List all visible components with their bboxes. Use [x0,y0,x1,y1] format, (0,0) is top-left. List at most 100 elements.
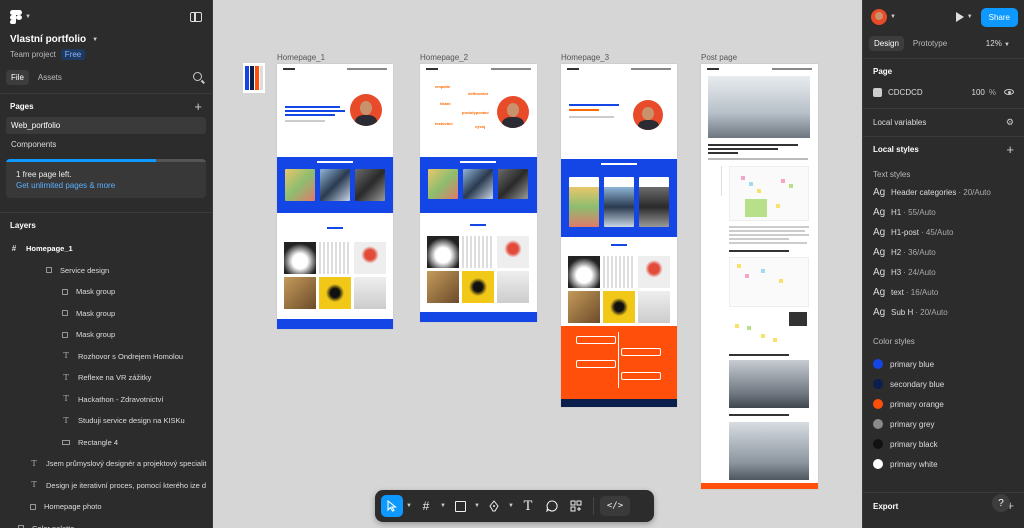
project-name: Vlastní portfolio [10,34,87,45]
color-style-item[interactable]: primary grey [873,414,1014,434]
layer-item[interactable]: Mask group [0,303,212,325]
tab-design[interactable]: Design [869,35,904,51]
zoom-menu[interactable]: 12% ▼ [986,39,1010,48]
search-icon[interactable] [193,72,202,81]
canvas[interactable]: Homepage_1 Homepage_2 Homepage_3 Post pa… [213,0,862,528]
color-style-item[interactable]: primary black [873,434,1014,454]
layer-item[interactable]: # Homepage_1 [0,238,212,260]
local-variables-section: Local variables ⚙ [863,108,1024,136]
frame-homepage-2[interactable]: empatie definování tíkání prototypování … [420,64,537,322]
avatar [350,94,382,126]
tab-file[interactable]: File [6,70,29,85]
frame-label-homepage-2[interactable]: Homepage_2 [420,53,468,62]
frame-tool[interactable]: # [415,495,437,517]
share-button[interactable]: Share [980,7,1018,27]
left-header: ▼ [0,0,212,34]
frame-label-homepage-1[interactable]: Homepage_1 [277,53,325,62]
page-color-swatch[interactable] [873,87,882,97]
color-style-item[interactable]: primary orange [873,394,1014,414]
layer-item[interactable]: Color palette [0,518,212,528]
move-tool-menu-icon[interactable]: ▼ [405,503,413,509]
help-button[interactable]: ? [992,494,1010,512]
layer-item[interactable]: T Reflexe na VR zážitky [0,367,212,389]
color-palette-thumbnail[interactable] [243,63,265,93]
main-menu-button[interactable]: ▼ [10,10,31,24]
artboard-nav [277,64,393,74]
layer-item[interactable]: T Hackathon - Zdravotnictví [0,389,212,411]
layer-item[interactable]: T Rozhovor s Ondrejem Homolou [0,346,212,368]
frame-homepage-1[interactable] [277,64,393,329]
layer-item[interactable]: T Studuji service design na KISKu [0,410,212,432]
shape-tool[interactable] [449,495,471,517]
avatar [633,100,663,130]
frame-label-post-page[interactable]: Post page [701,53,737,62]
color-style-item[interactable]: primary white [873,454,1014,474]
dev-mode-toggle[interactable]: </> [600,496,630,516]
tab-prototype[interactable]: Prototype [908,36,952,51]
shape-tool-menu-icon[interactable]: ▼ [473,503,481,509]
text-style-glyph: Ag [873,267,886,278]
layer-label: Reflexe na VR zážitky [78,373,152,383]
color-swatch [873,399,883,409]
color-style-item[interactable]: secondary blue [873,374,1014,394]
present-button[interactable]: ▼ [955,12,973,22]
upgrade-link[interactable]: Get unlimited pages & more [6,181,206,190]
color-styles-title: Color styles [873,337,915,346]
components-icon [570,500,582,512]
local-variables-label[interactable]: Local variables [873,118,926,127]
page-section: Page CDCDCD 100 % [863,58,1024,108]
pen-tool[interactable] [483,495,505,517]
text-style-item[interactable]: Ag Sub H · 20/Auto [873,307,1014,327]
variables-settings-icon[interactable]: ⚙ [1006,117,1014,128]
layer-item[interactable]: Homepage photo [0,496,212,518]
page-color-hex[interactable]: CDCDCD [888,88,972,97]
page-item-components[interactable]: Components [6,136,206,153]
frame-tool-menu-icon[interactable]: ▼ [439,503,447,509]
text-style-meta: · 20/Auto [958,188,991,197]
text-icon: T [63,351,69,361]
avatar [871,9,887,25]
text-styles-title: Text styles [873,170,911,179]
layer-item[interactable]: Service design [0,260,212,282]
user-menu[interactable]: ▼ [871,9,896,25]
text-style-name: H2 [891,248,902,257]
layer-label: Hackathon - Zdravotnictví [78,394,164,404]
notice-text: 1 free page left. [16,170,72,179]
text-style-item[interactable]: Ag H3 · 24/Auto [873,267,1014,287]
layer-item[interactable]: Mask group [0,324,212,346]
toggle-panel-icon[interactable] [190,12,202,22]
move-tool[interactable] [381,495,403,517]
frame-post-page[interactable] [701,64,818,489]
frame-homepage-3[interactable] [561,64,677,407]
project-title[interactable]: Vlastní portfolio ▼ [0,34,212,45]
page-section-title: Page [873,67,893,76]
text-style-item[interactable]: Ag H1 · 55/Auto [873,207,1014,227]
layer-item[interactable]: Mask group [0,281,212,303]
pen-tool-menu-icon[interactable]: ▼ [507,503,515,509]
actions-tool[interactable] [565,495,587,517]
tab-assets[interactable]: Assets [33,70,67,85]
chevron-down-icon: ▼ [25,14,31,20]
add-style-icon[interactable]: + [1006,143,1014,156]
frame-icon [30,503,36,510]
text-tool[interactable]: T [517,495,539,517]
text-style-item[interactable]: Ag Header categories · 20/Auto [873,187,1014,207]
text-style-item[interactable]: Ag H1-post · 45/Auto [873,227,1014,247]
layer-item[interactable]: T Design je iterativní proces, pomocí kte… [0,475,212,497]
color-style-item[interactable]: primary blue [873,354,1014,374]
page-item-web-portfolio[interactable]: Web_portfolio [6,117,206,134]
add-page-icon[interactable]: + [194,100,202,113]
text-style-item[interactable]: Ag text · 16/Auto [873,287,1014,307]
text-style-item[interactable]: Ag H2 · 36/Auto [873,247,1014,267]
layer-item[interactable]: Rectangle 4 [0,432,212,454]
text-style-meta: · 55/Auto [903,208,936,217]
frame-label-homepage-3[interactable]: Homepage_3 [561,53,609,62]
text-style-meta: · 20/Auto [915,308,948,317]
color-swatch [873,459,883,469]
layer-label: Mask group [76,287,116,297]
page-opacity[interactable]: 100 [972,88,985,97]
comment-tool[interactable] [541,495,563,517]
layer-item[interactable]: T Jsem průmyslový designér a projektový s… [0,453,212,475]
visibility-eye-icon[interactable] [1004,89,1014,95]
text-icon: T [63,372,69,382]
